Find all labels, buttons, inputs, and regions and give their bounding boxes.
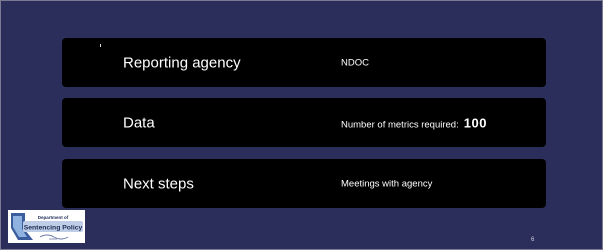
- info-row-data: Data Number of metrics required: 100: [62, 98, 546, 147]
- tick-mark: [100, 44, 101, 47]
- row-value: Number of metrics required: 100: [341, 115, 487, 130]
- row-label: Reporting agency: [123, 54, 241, 71]
- page-number: 6: [531, 237, 535, 243]
- info-row-next-steps: Next steps Meetings with agency: [62, 159, 546, 208]
- department-of-sentencing-policy-logo: Department of Sentencing Policy: [8, 210, 85, 243]
- row-label: Next steps: [123, 175, 194, 192]
- logo-line-1: Department of: [38, 215, 69, 220]
- slide: Reporting agency NDOC Data Number of met…: [0, 0, 603, 250]
- metrics-required-text: Number of metrics required:: [341, 119, 459, 130]
- info-row-reporting-agency: Reporting agency NDOC: [62, 38, 546, 87]
- row-label: Data: [123, 114, 155, 131]
- logo-line-2: Sentencing Policy: [24, 225, 83, 232]
- row-value: NDOC: [341, 57, 369, 68]
- metrics-count: 100: [463, 115, 487, 130]
- row-value: Meetings with agency: [341, 178, 433, 189]
